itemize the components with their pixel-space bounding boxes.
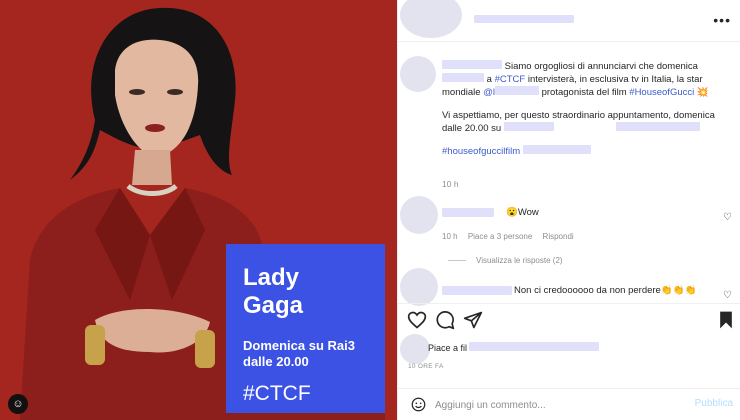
comment-bubble-icon[interactable] — [435, 310, 455, 330]
save-bookmark-icon[interactable] — [716, 310, 736, 330]
liked-by-avatar[interactable] — [400, 334, 430, 364]
comment-1-like-icon[interactable]: ♡ — [723, 212, 732, 223]
comment-1-likes[interactable]: Piace a 3 persone — [468, 232, 533, 241]
explosion-emoji-icon: 💥 — [696, 87, 709, 98]
hashtag-houseofgucci[interactable]: #HouseofGucci — [629, 87, 694, 98]
emoji-picker-icon[interactable] — [411, 397, 426, 412]
comment-2-username-redacted[interactable] — [442, 286, 512, 295]
caption-paragraph-2: Vi aspettiamo, per questo straordinario … — [442, 109, 732, 135]
caption-paragraph-1: Siamo orgogliosi di annunciarvi che dome… — [442, 60, 732, 99]
liked-by-redacted — [469, 342, 600, 351]
hashtag-ctcf[interactable]: #CTCF — [495, 74, 526, 85]
tagged-user-icon[interactable]: ☺ — [8, 394, 28, 414]
caption-redacted-2 — [503, 122, 554, 131]
liked-by-prefix: Piace a fil — [428, 343, 468, 353]
caption-redacted-1 — [442, 73, 484, 82]
action-bar — [398, 303, 740, 333]
replies-divider — [448, 260, 466, 261]
caption-text-4: protagonista del film — [541, 87, 627, 98]
caption-text-2: a — [486, 74, 492, 85]
caption-redacted-4 — [522, 145, 591, 154]
hashtag-houseofguccilfilm[interactable]: #houseofguccilfilm — [442, 146, 520, 157]
comment-1-text: 😮Wow — [506, 207, 539, 218]
publish-button[interactable]: Pubblica — [695, 398, 733, 409]
promo-name-line2: Gaga — [243, 292, 304, 319]
comment-1-time: 10 h — [442, 232, 458, 241]
comment-2-avatar[interactable] — [400, 268, 438, 306]
comment-2-text: Non ci credoooooo da non perdere👏👏👏 — [514, 285, 697, 296]
promo-name: Lady Gaga — [243, 264, 369, 320]
promo-hashtag: #CTCF — [243, 382, 311, 405]
more-options-icon[interactable]: ••• — [713, 12, 731, 28]
caption-paragraph-3: #houseofguccilfilm — [442, 145, 732, 158]
caption-avatar[interactable] — [400, 56, 436, 92]
comment-1-reply[interactable]: Rispondi — [543, 232, 574, 241]
mention-link[interactable]: @l — [483, 87, 495, 98]
view-replies-label[interactable]: Visualizza le risposte (2) — [476, 256, 563, 265]
comment-1-meta: 10 h Piace a 3 persone Rispondi — [442, 232, 582, 241]
comment-1-username-redacted[interactable] — [442, 208, 494, 217]
comment-input[interactable] — [435, 397, 675, 413]
add-comment-bar: Pubblica — [398, 388, 740, 420]
promo-schedule-line2: dalle 20.00 — [243, 354, 309, 369]
promo-schedule: Domenica su Rai3 dalle 20.00 — [243, 338, 369, 370]
author-username-redacted[interactable] — [474, 15, 574, 23]
comment-2-like-icon[interactable]: ♡ — [723, 290, 732, 301]
view-replies[interactable]: Visualizza le risposte (2) — [448, 256, 563, 265]
caption-text-1: Siamo orgogliosi di annunciarvi che dome… — [504, 61, 698, 72]
comments-panel: ••• Siamo orgogliosi di annunciarvi che … — [397, 0, 740, 420]
posted-time: 10 ORE FA — [408, 363, 444, 370]
promo-name-line1: Lady — [243, 264, 300, 291]
liked-by-text[interactable]: Piace a fil — [428, 342, 600, 353]
post-caption: Siamo orgogliosi di annunciarvi che dome… — [442, 60, 732, 168]
share-send-icon[interactable] — [463, 310, 483, 330]
post-media[interactable]: Lady Gaga Domenica su Rai3 dalle 20.00 #… — [0, 0, 397, 420]
like-heart-icon[interactable] — [407, 310, 427, 330]
promo-card: Lady Gaga Domenica su Rai3 dalle 20.00 #… — [226, 244, 385, 413]
caption-redacted-3 — [616, 122, 701, 131]
mention-redacted — [494, 86, 539, 95]
post-header: ••• — [398, 0, 740, 42]
author-avatar[interactable] — [400, 0, 462, 38]
caption-username-redacted[interactable] — [442, 60, 502, 69]
promo-schedule-line1: Domenica su Rai3 — [243, 338, 355, 353]
comment-1-avatar[interactable] — [400, 196, 438, 234]
caption-timestamp: 10 h — [442, 179, 459, 189]
